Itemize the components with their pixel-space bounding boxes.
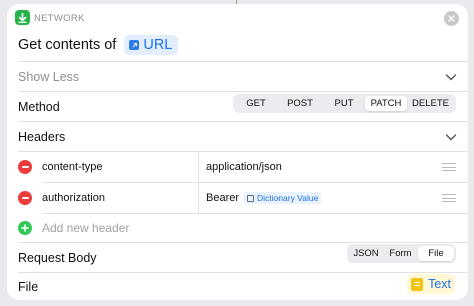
close-button[interactable] (444, 11, 459, 26)
header-value-text: Bearer (206, 192, 240, 204)
get-contents-action-card: NETWORK Get contents of URL Show Less Me… (7, 4, 468, 300)
body-option-file[interactable]: File (418, 246, 454, 261)
body-option-form[interactable]: Form (383, 246, 418, 261)
method-option-delete[interactable]: DELETE (407, 96, 454, 111)
header-key[interactable]: authorization (42, 192, 105, 204)
action-title: Get contents of (18, 37, 117, 53)
column-divider (198, 152, 199, 182)
method-option-put[interactable]: PUT (323, 96, 365, 111)
add-header-button[interactable] (18, 221, 32, 235)
note-icon (411, 277, 424, 291)
plus-icon (21, 224, 29, 232)
link-icon (129, 40, 140, 50)
download-arrow-icon (15, 10, 30, 25)
remove-header-button[interactable] (18, 160, 32, 174)
request-body-segmented-control[interactable]: JSON Form File (347, 244, 456, 263)
file-row: File (7, 273, 468, 300)
dictionary-value-label: Dictionary Value (257, 193, 319, 203)
close-icon (448, 15, 455, 22)
drag-handle-icon[interactable] (442, 194, 456, 202)
method-option-get[interactable]: GET (235, 96, 277, 111)
request-body-label: Request Body (18, 251, 97, 265)
method-option-patch[interactable]: PATCH (365, 96, 407, 111)
dictionary-value-token[interactable]: Dictionary Value (244, 192, 322, 204)
method-option-post[interactable]: POST (277, 96, 323, 111)
column-divider (198, 183, 199, 213)
header-entry-row: authorization Bearer Dictionary Value (7, 183, 468, 213)
body-option-json[interactable]: JSON (349, 246, 383, 261)
dictionary-icon (247, 194, 255, 202)
headers-label: Headers (18, 130, 66, 144)
add-header-row[interactable]: Add new header (7, 214, 468, 242)
header-value[interactable]: Bearer Dictionary Value (206, 192, 322, 204)
header-key[interactable]: content-type (42, 161, 103, 173)
action-title-row: Get contents of URL (18, 33, 179, 57)
method-label: Method (18, 100, 60, 114)
headers-row[interactable]: Headers (7, 122, 468, 151)
show-less-label: Show Less (18, 70, 80, 84)
url-variable-token[interactable]: URL (124, 35, 179, 55)
add-header-placeholder[interactable]: Add new header (42, 221, 129, 235)
drag-handle-icon[interactable] (442, 163, 456, 171)
header-entry-row: content-type application/json (7, 152, 468, 182)
action-header: NETWORK (7, 4, 468, 30)
text-token-label: Text (428, 277, 451, 291)
header-value[interactable]: application/json (206, 161, 282, 173)
chevron-down-icon (445, 134, 457, 141)
file-label: File (18, 280, 39, 294)
method-segmented-control[interactable]: GET POST PUT PATCH DELETE (233, 94, 456, 113)
category-label: NETWORK (34, 13, 85, 24)
url-token-label: URL (143, 37, 173, 53)
remove-header-button[interactable] (18, 191, 32, 205)
text-variable-token[interactable]: Text (407, 274, 455, 294)
show-less-row[interactable]: Show Less (7, 62, 468, 91)
chevron-down-icon (445, 74, 457, 81)
